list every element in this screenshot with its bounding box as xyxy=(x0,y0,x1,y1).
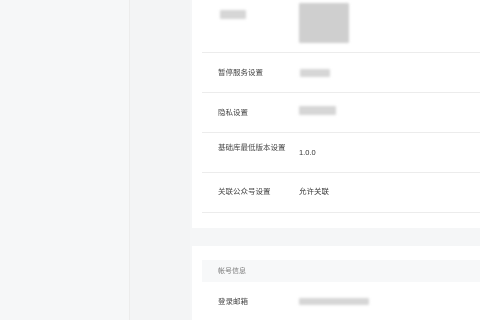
settings-panel: 暂停服务设置 隐私设置 基础库最低版本设置 1.0.0 关联公众号设置 允许关联 xyxy=(192,0,480,228)
settings-row-privacy[interactable]: 隐私设置 xyxy=(202,93,480,133)
email-label: 登录邮箱 xyxy=(218,297,248,306)
settings-row-base-library[interactable]: 基础库最低版本设置 1.0.0 xyxy=(202,133,480,173)
privacy-value-redacted xyxy=(299,106,336,115)
account-section-header: 帐号信息 xyxy=(202,260,480,282)
linked-account-status: 允许关联 xyxy=(299,187,329,196)
account-section-title: 帐号信息 xyxy=(218,268,246,275)
account-panel: 帐号信息 登录邮箱 xyxy=(192,246,480,320)
qr-code-redacted xyxy=(299,3,349,43)
settings-row-pause-service[interactable]: 暂停服务设置 xyxy=(202,53,480,93)
email-value-redacted xyxy=(299,298,369,305)
base-library-label: 基础库最低版本设置 xyxy=(218,143,286,152)
content-gutter xyxy=(130,0,190,320)
pause-service-label: 暂停服务设置 xyxy=(218,68,263,77)
account-row-email[interactable]: 登录邮箱 xyxy=(202,290,480,320)
base-library-version: 1.0.0 xyxy=(299,148,316,157)
avatar-label-redacted xyxy=(220,10,246,19)
settings-row-avatar xyxy=(202,0,480,53)
privacy-label: 隐私设置 xyxy=(218,108,248,117)
sidebar xyxy=(0,0,130,320)
pause-service-value-redacted xyxy=(300,69,330,77)
linked-account-label: 关联公众号设置 xyxy=(218,187,271,196)
settings-row-linked-account[interactable]: 关联公众号设置 允许关联 xyxy=(202,173,480,213)
